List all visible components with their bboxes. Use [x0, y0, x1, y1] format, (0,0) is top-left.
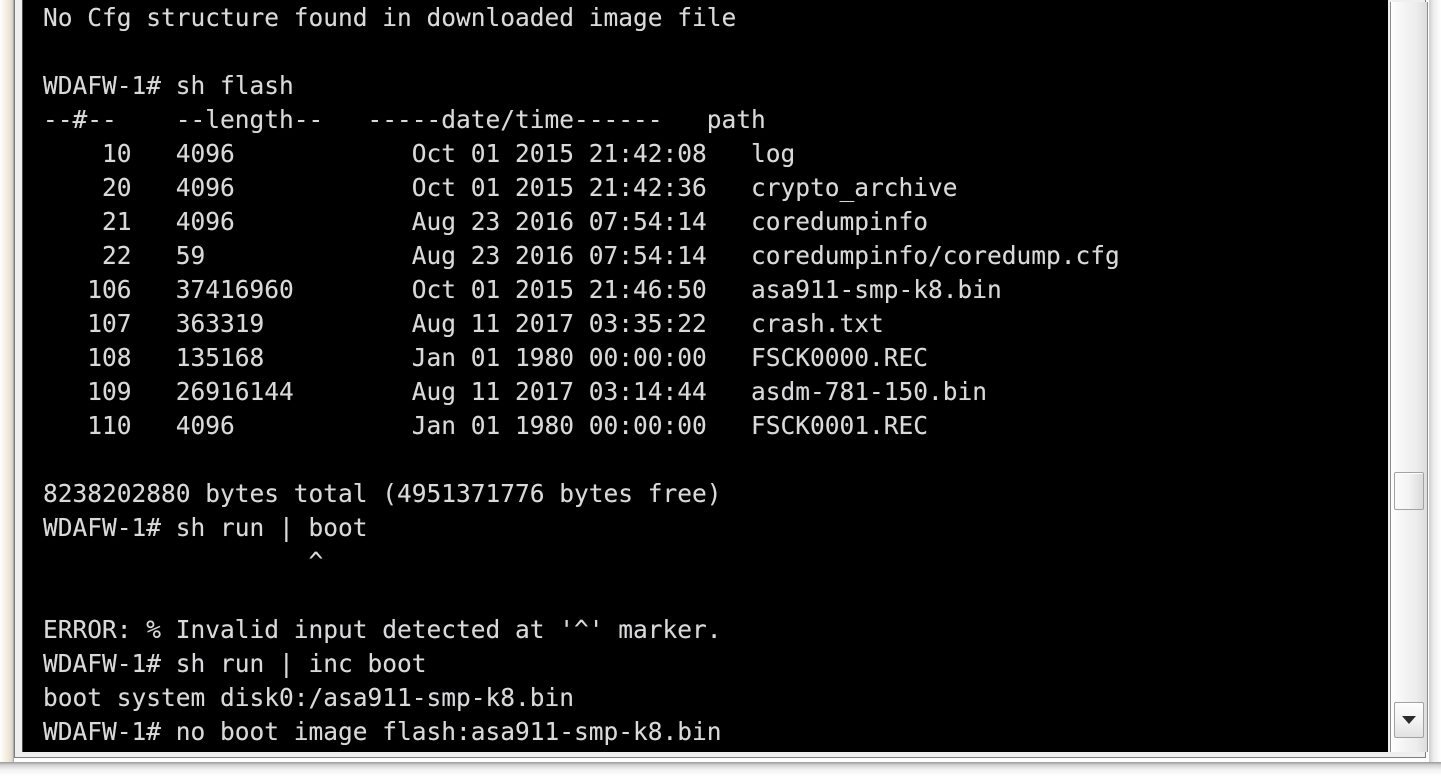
terminal-line: boot system disk0:/asa911-smp-k8.bin — [43, 683, 575, 712]
window-frame-left-edge — [0, 0, 14, 776]
terminal-line: WDAFW-1# sh flash — [43, 71, 294, 100]
terminal-line: 8238202880 bytes total (4951371776 bytes… — [43, 479, 722, 508]
terminal-line: ^ — [23, 749, 1388, 752]
terminal-output: No Cfg structure found in downloaded ima… — [23, 1, 1388, 752]
terminal-line: 110 4096 Jan 01 1980 00:00:00 FSCK0001.R… — [43, 411, 929, 440]
terminal-line: --#-- --length-- -----date/time------ pa… — [43, 105, 766, 134]
terminal-line: 10 4096 Oct 01 2015 21:42:08 log — [43, 139, 796, 168]
chevron-down-icon — [1402, 716, 1416, 724]
terminal-line: WDAFW-1# sh run | boot — [43, 513, 368, 542]
terminal-line: 108 135168 Jan 01 1980 00:00:00 FSCK0000… — [43, 343, 929, 372]
window-frame-bottom-edge — [0, 762, 1441, 776]
terminal-line: 106 37416960 Oct 01 2015 21:46:50 asa911… — [43, 275, 1002, 304]
terminal-console[interactable]: No Cfg structure found in downloaded ima… — [22, 0, 1388, 752]
window-frame-right-edge — [1429, 0, 1441, 762]
terminal-line: WDAFW-1# no boot image flash:asa911-smp-… — [43, 717, 722, 746]
terminal-line: 109 26916144 Aug 11 2017 03:14:44 asdm-7… — [43, 377, 988, 406]
scrollbar-track-lower[interactable] — [1391, 510, 1427, 700]
terminal-line: 22 59 Aug 23 2016 07:54:14 coredumpinfo/… — [43, 241, 1120, 270]
terminal-window: No Cfg structure found in downloaded ima… — [0, 0, 1441, 776]
scrollbar-down-button[interactable] — [1394, 702, 1424, 738]
vertical-scrollbar[interactable] — [1390, 2, 1428, 752]
terminal-line: ^ — [43, 547, 324, 576]
scrollbar-track-upper[interactable] — [1391, 2, 1427, 472]
terminal-line: ERROR: % Invalid input detected at '^' m… — [43, 615, 722, 644]
terminal-line: No Cfg structure found in downloaded ima… — [43, 3, 737, 32]
scrollbar-thumb[interactable] — [1394, 472, 1424, 510]
terminal-line: 21 4096 Aug 23 2016 07:54:14 coredumpinf… — [43, 207, 929, 236]
terminal-line: WDAFW-1# sh run | inc boot — [43, 649, 427, 678]
terminal-line: 20 4096 Oct 01 2015 21:42:36 crypto_arch… — [43, 173, 958, 202]
terminal-line: 107 363319 Aug 11 2017 03:35:22 crash.tx… — [43, 309, 884, 338]
